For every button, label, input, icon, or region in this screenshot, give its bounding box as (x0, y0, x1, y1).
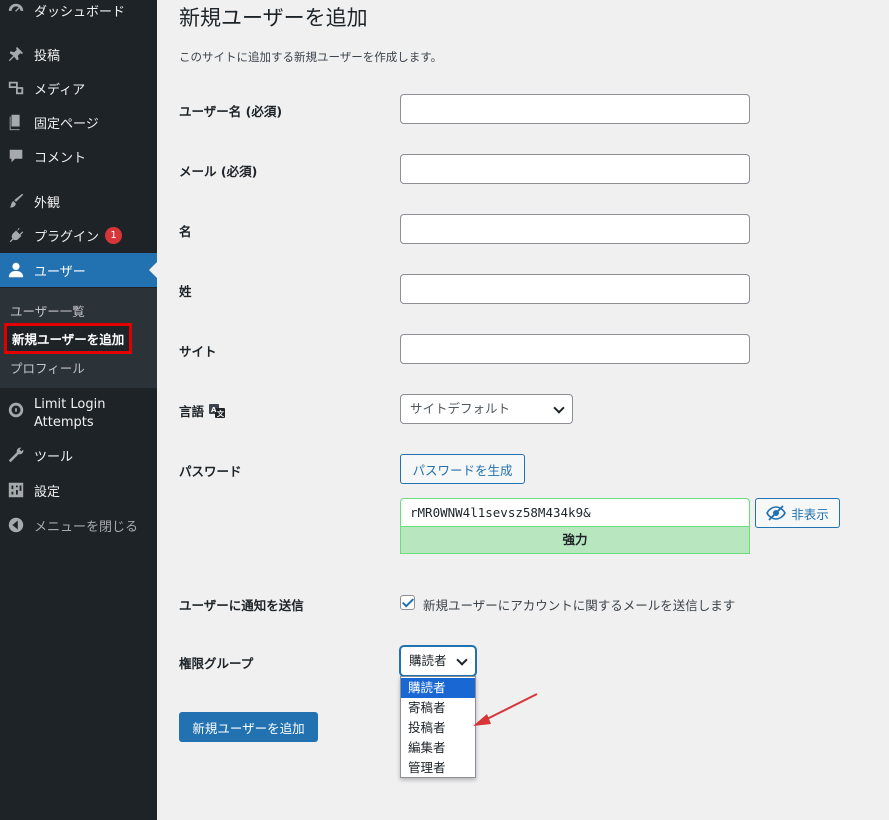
sidebar-item-label: Limit Login Attempts (34, 397, 106, 430)
user-icon (6, 260, 26, 280)
wrench-icon (6, 445, 26, 465)
settings-icon (6, 480, 26, 500)
language-select[interactable]: サイトデフォルト (400, 394, 573, 424)
username-label: ユーザー名 (必須) (179, 104, 283, 119)
sidebar-item-label: 固定ページ (34, 116, 99, 132)
role-select-value: 購読者 (409, 653, 447, 668)
password-input[interactable]: rMR0WNW4l1sevsz58M434k9& (400, 498, 750, 527)
page-icon (6, 112, 26, 132)
role-label: 権限グループ (179, 656, 254, 671)
eye-hidden-icon (766, 505, 787, 521)
password-strength-meter: 強力 (400, 527, 750, 554)
lastname-input[interactable] (400, 274, 750, 304)
plugin-icon (6, 225, 26, 245)
username-input[interactable] (400, 94, 750, 124)
sidebar-item-label: メニューを閉じる (34, 519, 139, 535)
svg-text:文: 文 (217, 409, 225, 418)
sidebar-item-users[interactable]: ユーザー (0, 253, 157, 287)
annotation-arrow-icon (473, 693, 538, 726)
site-label: サイト (179, 344, 217, 359)
sidebar-item-plugins[interactable]: プラグイン 1 (0, 218, 157, 252)
sidebar-item-label: ユーザー (34, 264, 86, 280)
sidebar-item-posts[interactable]: 投稿 (0, 37, 157, 71)
sidebar-item-label: メディア (34, 82, 86, 98)
notify-checkbox[interactable] (400, 595, 415, 610)
firstname-label: 名 (179, 224, 192, 239)
email-input[interactable] (400, 154, 750, 184)
dashboard-icon (6, 0, 26, 20)
sidebar-item-label: ツール (34, 449, 74, 465)
sidebar-item-dashboard[interactable]: ダッシュボード (0, 0, 157, 27)
role-option-administrator[interactable]: 管理者 (401, 758, 475, 778)
submenu-item-add-new-user[interactable]: 新規ユーザーを追加 (4, 323, 133, 354)
site-input[interactable] (400, 334, 750, 364)
update-count-badge: 1 (105, 226, 123, 244)
submenu-item-all-users[interactable]: ユーザー一覧 (10, 301, 85, 320)
sidebar-item-appearance[interactable]: 外観 (0, 184, 157, 218)
language-label: 言語 (179, 404, 205, 419)
generate-password-button[interactable]: パスワードを生成 (400, 454, 525, 484)
collapse-icon (6, 515, 26, 535)
translation-icon: A文 (208, 402, 226, 420)
role-select[interactable]: 購読者 (400, 646, 476, 676)
firstname-input[interactable] (400, 214, 750, 244)
brush-icon (6, 191, 26, 211)
collapse-menu-button[interactable]: メニューを閉じる (0, 508, 157, 542)
admin-sidebar: ダッシュボード 投稿 メディア 固定ページ コメント 外観 プラグイン 1 ユー… (0, 0, 157, 820)
limit-login-icon (6, 400, 26, 420)
sidebar-item-comments[interactable]: コメント (0, 139, 157, 173)
sidebar-item-label: プラグイン (34, 229, 100, 245)
pin-icon (6, 44, 26, 64)
main-content: 新規ユーザーを追加 このサイトに追加する新規ユーザーを作成します。 ユーザー名 … (157, 0, 889, 820)
language-label-row: 言語 A文 (179, 401, 226, 420)
media-icon (6, 78, 26, 98)
sidebar-item-label: 外観 (34, 195, 61, 211)
sidebar-item-label: 投稿 (34, 48, 61, 64)
sidebar-item-settings[interactable]: 設定 (0, 473, 157, 507)
password-label: パスワード (179, 464, 242, 479)
page-description: このサイトに追加する新規ユーザーを作成します。 (179, 50, 443, 64)
notify-label: ユーザーに通知を送信 (179, 598, 304, 613)
comment-icon (6, 146, 26, 166)
submenu-item-profile[interactable]: プロフィール (10, 358, 85, 377)
sidebar-item-label: 設定 (34, 484, 61, 500)
language-select-value: サイトデフォルト (410, 401, 511, 416)
page-title: 新規ユーザーを追加 (179, 6, 368, 30)
sidebar-item-label: ダッシュボード (34, 4, 126, 20)
users-submenu: ユーザー一覧 新規ユーザーを追加 プロフィール (0, 288, 157, 388)
chevron-down-icon (456, 654, 468, 666)
chevron-down-icon (553, 402, 565, 414)
role-option-editor[interactable]: 編集者 (401, 738, 475, 758)
sidebar-item-pages[interactable]: 固定ページ (0, 105, 157, 139)
sidebar-item-tools[interactable]: ツール (0, 438, 157, 472)
hide-password-button[interactable]: 非表示 (755, 498, 840, 528)
sidebar-item-media[interactable]: メディア (0, 71, 157, 105)
add-new-user-button[interactable]: 新規ユーザーを追加 (179, 712, 318, 742)
hide-password-label: 非表示 (791, 506, 829, 522)
role-option-subscriber[interactable]: 購読者 (401, 678, 475, 698)
sidebar-item-label: コメント (34, 150, 87, 166)
sidebar-item-limit-login-attempts[interactable]: Limit Login Attempts (0, 396, 157, 432)
notify-text: 新規ユーザーにアカウントに関するメールを送信します (423, 598, 736, 613)
role-dropdown-list: 購読者 寄稿者 投稿者 編集者 管理者 (400, 676, 476, 778)
role-option-contributor[interactable]: 寄稿者 (401, 698, 475, 718)
email-label: メール (必須) (179, 164, 258, 179)
lastname-label: 姓 (179, 284, 192, 299)
role-option-author[interactable]: 投稿者 (401, 718, 475, 738)
